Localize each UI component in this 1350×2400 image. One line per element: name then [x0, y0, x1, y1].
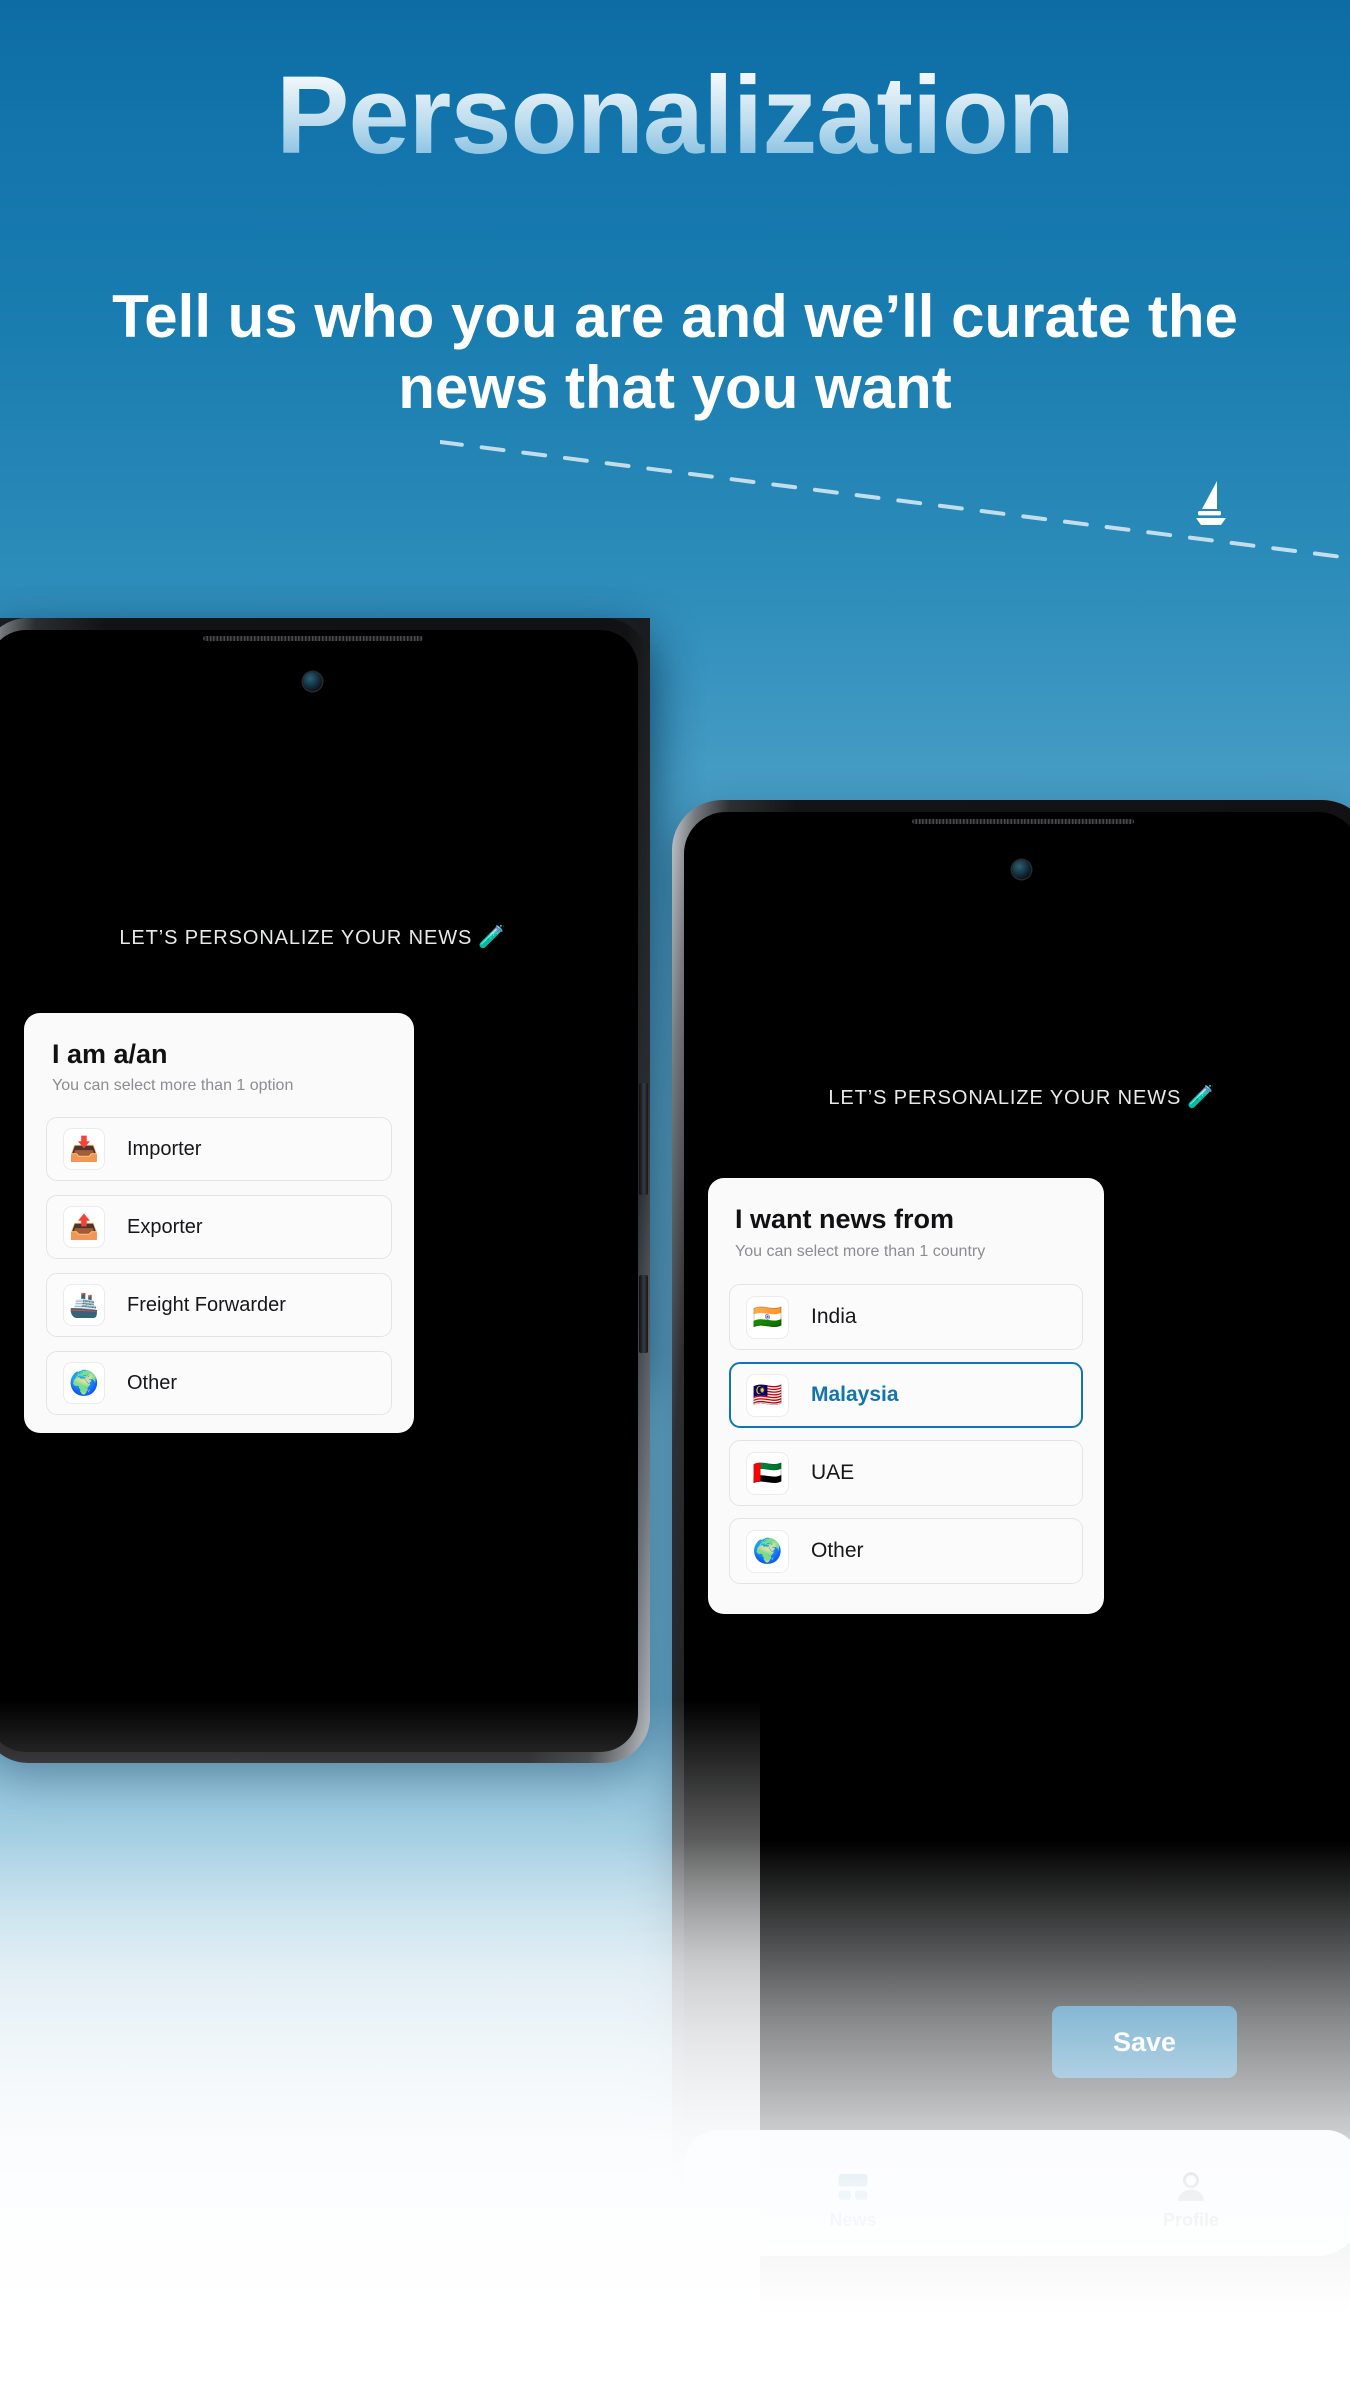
option-row-exporter[interactable]: 📤 Exporter [46, 1195, 392, 1259]
option-row-importer[interactable]: 📥 Importer [46, 1117, 392, 1181]
flag-malaysia-glyph: 🇲🇾 [752, 1381, 783, 1409]
option-label-importer: Importer [127, 1137, 202, 1160]
import-arrow-emoji: 📥 [63, 1128, 105, 1170]
flag-india-emoji: 🇮🇳 [746, 1295, 789, 1339]
personalize-header-text-left: LET’S PERSONALIZE YOUR NEWS [119, 927, 473, 949]
sailboat-icon [1196, 481, 1226, 525]
globe-emoji: 🌍 [746, 1529, 789, 1573]
globe-people-glyph: 🌍 [69, 1369, 99, 1397]
screenshot-stage: Personalization Tell us who you are and … [0, 0, 1350, 2400]
flag-india-glyph: 🇮🇳 [752, 1303, 783, 1331]
globe-people-emoji: 🌍 [63, 1362, 105, 1404]
personalize-header-left: LET’S PERSONALIZE YOUR NEWS 🧪 [0, 924, 638, 950]
option-row-malaysia[interactable]: 🇲🇾 Malaysia [729, 1362, 1083, 1428]
option-label-uae: UAE [811, 1461, 855, 1484]
ship-glyph: 🚢 [69, 1291, 99, 1319]
role-card-title: I am a/an [52, 1039, 168, 1069]
option-label-other-role: Other [127, 1371, 178, 1394]
option-label-india: India [811, 1305, 857, 1328]
earpiece-grille-left [203, 636, 423, 641]
personalize-header-right: LET’S PERSONALIZE YOUR NEWS 🧪 [684, 1084, 1350, 1110]
personalize-header-text-right: LET’S PERSONALIZE YOUR NEWS [828, 1087, 1182, 1109]
country-card-subtitle: You can select more than 1 country [735, 1243, 986, 1260]
option-row-uae[interactable]: 🇦🇪 UAE [729, 1440, 1083, 1506]
option-row-other-country[interactable]: 🌍 Other [729, 1518, 1083, 1584]
potion-emoji-right: 🧪 [1187, 1084, 1216, 1109]
earpiece-grille-right [912, 819, 1134, 824]
country-card-title: I want news from [735, 1204, 955, 1234]
page-subtitle: Tell us who you are and we’ll curate the… [112, 283, 1238, 421]
phone-left-volume-button[interactable] [639, 1083, 648, 1195]
option-label-other-country: Other [811, 1539, 864, 1562]
phone-screen-left: LET’S PERSONALIZE YOUR NEWS 🧪 I am a/an Y… [0, 630, 638, 1752]
globe-glyph: 🌍 [752, 1537, 783, 1565]
option-row-india[interactable]: 🇮🇳 India [729, 1284, 1083, 1350]
ship-emoji: 🚢 [63, 1284, 105, 1326]
option-label-malaysia: Malaysia [811, 1383, 899, 1406]
import-arrow-glyph: 📥 [69, 1135, 99, 1163]
option-label-exporter: Exporter [127, 1215, 203, 1238]
role-card-subtitle: You can select more than 1 option [52, 1077, 294, 1094]
page-title: Personalization [0, 57, 1350, 175]
front-camera-left [303, 672, 322, 691]
front-camera-right [1012, 860, 1031, 879]
option-row-other-role[interactable]: 🌍 Other [46, 1351, 392, 1415]
background-fade-bottom [0, 1840, 1350, 2400]
option-row-freight-forwarder[interactable]: 🚢 Freight Forwarder [46, 1273, 392, 1337]
option-label-freight-forwarder: Freight Forwarder [127, 1293, 286, 1316]
export-arrow-emoji: 📤 [63, 1206, 105, 1248]
flag-uae-glyph: 🇦🇪 [752, 1459, 783, 1487]
potion-emoji-left: 🧪 [478, 924, 507, 949]
role-selection-card: I am a/an You can select more than 1 opt… [24, 1013, 414, 1433]
flag-uae-emoji: 🇦🇪 [746, 1451, 789, 1495]
export-arrow-glyph: 📤 [69, 1213, 99, 1241]
phone-left-power-button[interactable] [639, 1275, 648, 1353]
country-selection-card: I want news from You can select more tha… [708, 1178, 1104, 1614]
flag-malaysia-emoji: 🇲🇾 [746, 1373, 789, 1417]
